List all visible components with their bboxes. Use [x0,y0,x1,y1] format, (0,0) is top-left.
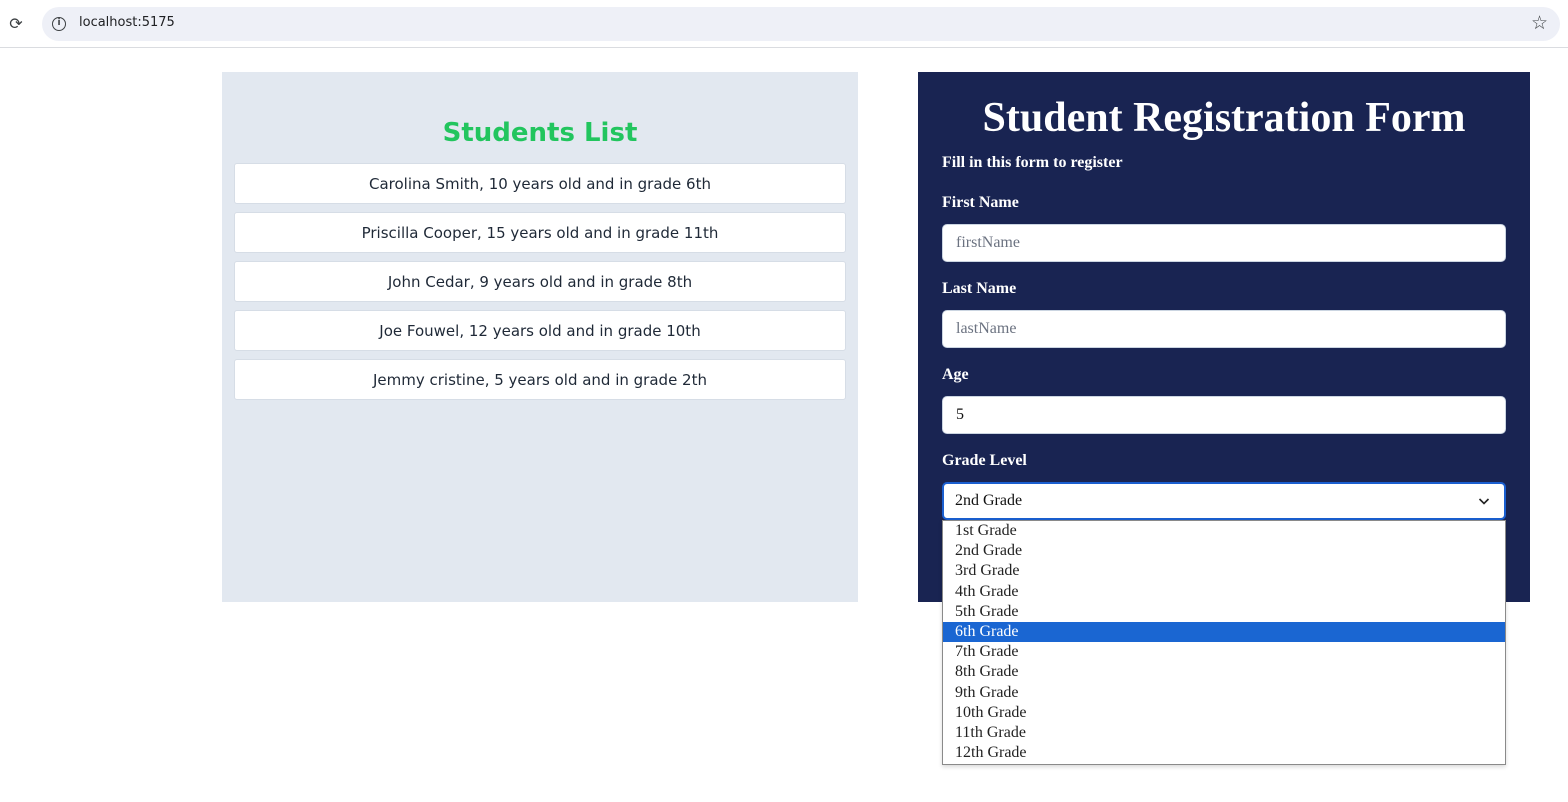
grade-option[interactable]: 12th Grade [943,743,1505,763]
students-list: Carolina Smith, 10 years old and in grad… [234,163,846,408]
grade-dropdown-list: 1st Grade 2nd Grade 3rd Grade 4th Grade … [942,520,1506,765]
student-list-item: Carolina Smith, 10 years old and in grad… [234,163,846,204]
last-name-input[interactable] [942,310,1506,348]
students-title: Students List [442,118,638,148]
grade-option-highlighted[interactable]: 6th Grade [943,621,1505,643]
star-icon[interactable]: ☆ [1531,12,1548,34]
grade-option[interactable]: 8th Grade [943,662,1505,682]
student-list-item: Joe Fouwel, 12 years old and in grade 10… [234,310,846,351]
browser-toolbar: ⟳ i localhost:5175 ☆ [0,0,1568,48]
form-subtitle: Fill in this form to register [942,154,1123,171]
grade-option[interactable]: 3rd Grade [943,561,1505,581]
age-input[interactable] [942,396,1506,434]
grade-selected-value: 2nd Grade [955,492,1023,509]
grade-option[interactable]: 2nd Grade [943,541,1505,561]
first-name-label: First Name [942,194,1019,211]
info-icon[interactable]: i [52,17,66,31]
reload-icon[interactable]: ⟳ [6,14,26,34]
student-list-item: John Cedar, 9 years old and in grade 8th [234,261,846,302]
age-label: Age [942,366,969,383]
first-name-input[interactable] [942,224,1506,262]
grade-option[interactable]: 10th Grade [943,703,1505,723]
address-bar[interactable]: i localhost:5175 ☆ [42,7,1560,41]
form-title: Student Registration Form [982,95,1466,141]
student-list-item: Jemmy cristine, 5 years old and in grade… [234,359,846,400]
grade-option[interactable]: 9th Grade [943,683,1505,703]
grade-option[interactable]: 7th Grade [943,642,1505,662]
grade-level-label: Grade Level [942,452,1027,469]
students-panel: Students List Carolina Smith, 10 years o… [222,72,858,602]
grade-option[interactable]: 1st Grade [943,521,1505,541]
grade-option[interactable]: 5th Grade [943,602,1505,622]
chevron-down-icon [1478,498,1490,505]
grade-option[interactable]: 11th Grade [943,723,1505,743]
last-name-label: Last Name [942,280,1017,297]
url-text[interactable]: localhost:5175 [79,15,175,30]
grade-option[interactable]: 4th Grade [943,582,1505,602]
grade-level-select[interactable]: 2nd Grade [942,482,1506,520]
student-list-item: Priscilla Cooper, 15 years old and in gr… [234,212,846,253]
